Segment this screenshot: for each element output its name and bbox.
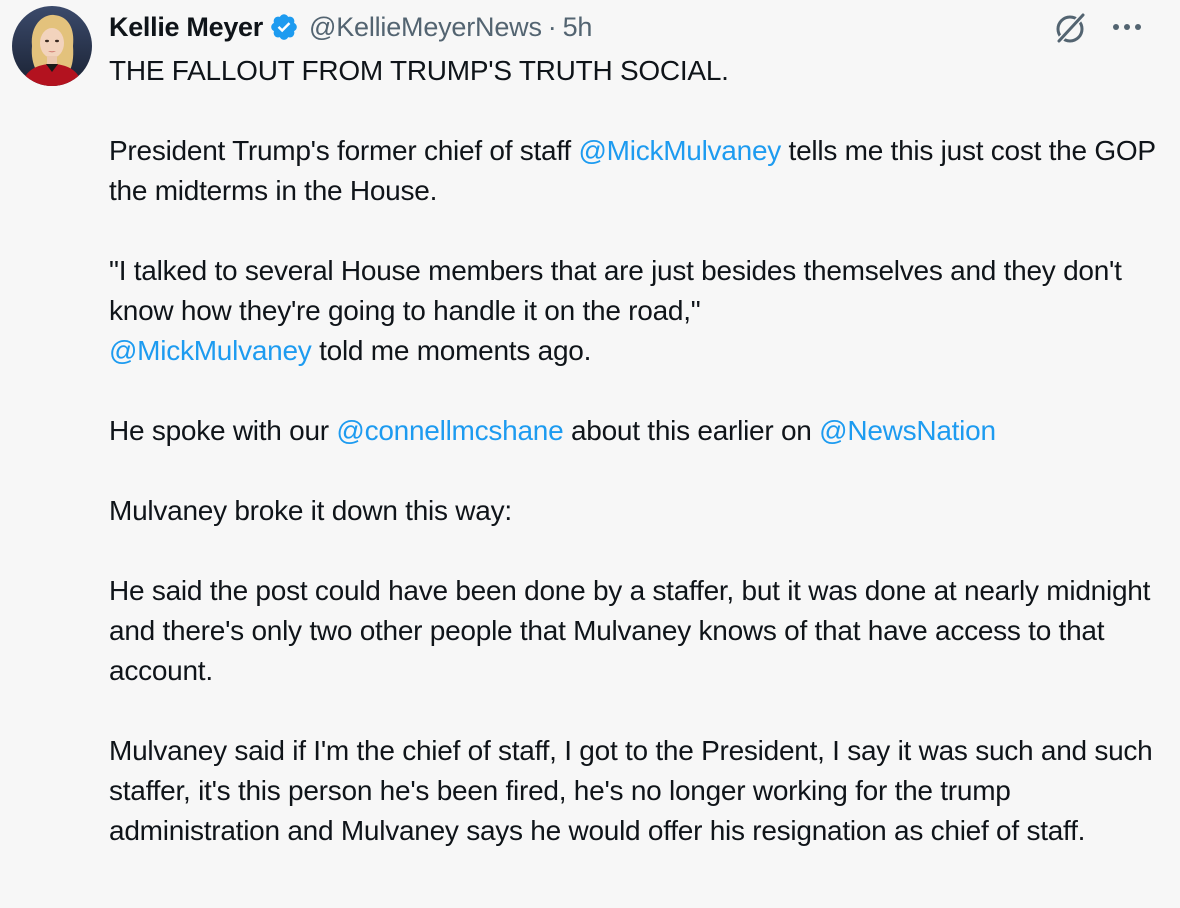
tweet-paragraph: "I talked to several House members that … [109,251,1159,371]
verified-badge-icon [269,12,299,42]
tweet-text: THE FALLOUT FROM TRUMP'S TRUTH SOCIAL. P… [109,51,1159,851]
tweet[interactable]: Kellie Meyer @KellieMeyerNews · 5h THE F… [0,0,1180,908]
text-segment: President Trump's former chief of staff [109,135,579,166]
mention-link-mickmulvaney[interactable]: @MickMulvaney [578,135,781,166]
separator-dot: · [547,11,557,42]
tweet-paragraph: He said the post could have been done by… [109,575,1151,686]
tweet-paragraph: President Trump's former chief of staff … [109,131,1159,211]
mention-link-newsnation[interactable]: @NewsNation [819,415,996,446]
display-name[interactable]: Kellie Meyer [109,12,263,43]
tweet-paragraph: He spoke with our @connellmcshane about … [109,411,1159,451]
mention-link-mickmulvaney[interactable]: @MickMulvaney [109,335,312,366]
text-segment: "I talked to several House members that … [109,255,1122,326]
mention-link-connellmcshane[interactable]: @connellmcshane [336,415,563,446]
grok-icon[interactable] [1052,10,1088,46]
text-segment: about this earlier on [563,415,820,446]
text-segment: He spoke with our [109,415,337,446]
timestamp[interactable]: 5h [563,12,593,43]
author-handle[interactable]: @KellieMeyerNews [309,12,542,43]
avatar-photo [12,6,92,86]
more-options-icon[interactable] [1110,16,1144,38]
tweet-paragraph: Mulvaney broke it down this way: [109,495,512,526]
tweet-paragraph: THE FALLOUT FROM TRUMP'S TRUTH SOCIAL. [109,55,729,86]
avatar[interactable] [12,6,92,86]
tweet-paragraph: Mulvaney said if I'm the chief of staff,… [109,735,1153,846]
tweet-header: Kellie Meyer @KellieMeyerNews · 5h [109,8,592,46]
text-segment: told me moments ago. [311,335,592,366]
